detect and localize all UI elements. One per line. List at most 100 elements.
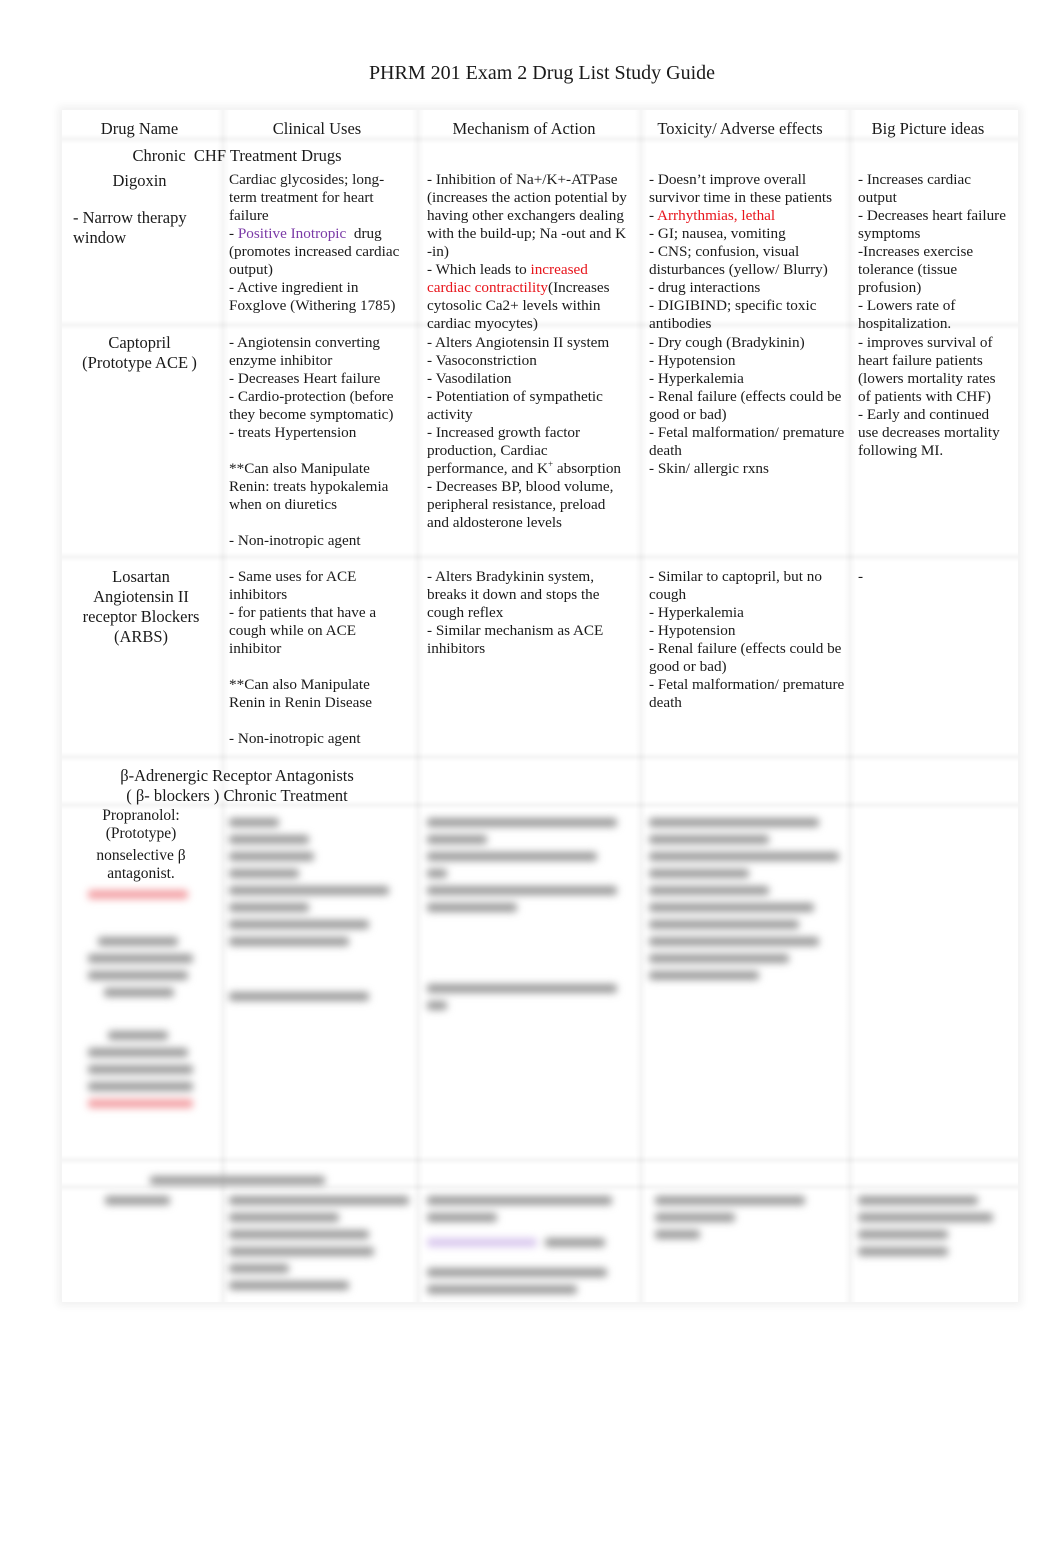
toxicity-item: - Hypotension	[649, 622, 736, 639]
toxicity-item: - Fetal malformation/ premature death	[649, 676, 845, 711]
mechanism-text: - Inhibition of Na+/K+-ATPase (increases…	[427, 171, 627, 260]
blurred-clinical-uses	[229, 810, 399, 1009]
clinical-uses-item: **Can also Manipulate Renin in Renin Dis…	[229, 676, 372, 711]
toxicity-text: - GI; nausea, vomiting	[649, 225, 786, 242]
drug-name-line: Propranolol:	[102, 807, 180, 824]
mechanism-item: - Decreases BP, blood volume, peripheral…	[427, 478, 614, 531]
column-divider	[635, 110, 647, 1302]
section-title-beta-blockers: β-Adrenergic Receptor Antagonists ( β- b…	[62, 766, 412, 806]
mechanism-text: - Which leads to	[427, 261, 531, 278]
blurred-toxicity	[649, 810, 844, 988]
highlight-positive-inotropic: Positive Inotropic	[237, 225, 347, 242]
drug-name: Propranolol: (Prototype) nonselective β …	[72, 807, 210, 883]
toxicity-item: - Hyperkalemia	[649, 604, 744, 621]
toxicity-item: - Renal failure (effects could be good o…	[649, 640, 842, 675]
bullet: -	[649, 207, 658, 224]
drug-name: Digoxin	[112, 171, 167, 190]
clinical-uses-item: - Cardio-protection (before they become …	[229, 388, 394, 423]
clinical-uses-item: - Non-inotropic agent	[229, 730, 361, 747]
header-toxicity: Toxicity/ Adverse effects	[657, 119, 823, 138]
mechanism-item: - Alters Angiotensin II system	[427, 334, 610, 351]
clinical-uses-item: - Same uses for ACE inhibitors	[229, 568, 357, 603]
toxicity-item: - Hyperkalemia	[649, 370, 744, 387]
row-divider	[62, 752, 1018, 762]
header-big-picture: Big Picture ideas	[871, 119, 985, 138]
clinical-uses-item: - Decreases Heart failure	[229, 370, 381, 387]
column-divider	[412, 110, 424, 1302]
toxicity-text: - DIGIBIND; specific toxic antibodies	[649, 297, 817, 332]
row-divider	[62, 1155, 1018, 1165]
clinical-uses-cell: - Angiotensin converting enzyme inhibito…	[229, 334, 414, 550]
mechanism-item: - Potentiation of sympathetic activity	[427, 388, 603, 423]
big-picture-item: - Lowers rate of hospitalization.	[858, 297, 956, 332]
clinical-uses-item: - Non-inotropic agent	[229, 532, 361, 549]
big-picture-cell: -	[858, 568, 864, 585]
big-picture-item: - Decreases heart failure symptoms	[858, 207, 1006, 242]
mechanism-cell: - Alters Angiotensin II system - Vasocon…	[427, 334, 631, 532]
big-picture-item: - Increases cardiac output	[858, 171, 971, 206]
clinical-uses-text: - Active ingredient in Foxglove (Witheri…	[229, 279, 396, 314]
toxicity-text: - drug interactions	[649, 279, 761, 296]
highlight-arrhythmias: Arrhythmias, lethal	[657, 207, 776, 224]
blurred-mechanism	[427, 1188, 617, 1302]
mechanism-item: - Similar mechanism as ACE inhibitors	[427, 622, 604, 657]
big-picture-item: - Early and continued use decreases mort…	[858, 406, 1000, 459]
mechanism-cell: - Alters Bradykinin system, breaks it do…	[427, 568, 627, 658]
clinical-uses-cell: - Same uses for ACE inhibitors - for pat…	[229, 568, 409, 748]
clinical-uses-intro: Cardiac glycosides; long-term treatment …	[229, 171, 385, 224]
row-divider	[62, 552, 1018, 562]
section-title-line: ( β- blockers ) Chronic Treatment	[126, 786, 348, 805]
clinical-uses-item: **Can also Manipulate Renin: treats hypo…	[229, 460, 389, 513]
drug-name-line: (Prototype)	[105, 825, 177, 842]
drug-name-line: antagonist.	[107, 865, 175, 882]
toxicity-item: - Skin/ allergic rxns	[649, 460, 769, 477]
clinical-uses-cell: Cardiac glycosides; long-term treatment …	[229, 171, 409, 315]
section-title-line: β-Adrenergic Receptor Antagonists	[120, 766, 354, 785]
toxicity-item: - Similar to captopril, but no cough	[649, 568, 822, 603]
mechanism-item: - Vasoconstriction	[427, 352, 537, 369]
header-drug-name: Drug Name	[100, 119, 179, 138]
toxicity-cell: - Similar to captopril, but no cough - H…	[649, 568, 845, 712]
toxicity-cell: - Doesn’t improve overall survivor time …	[649, 171, 845, 333]
blurred-mechanism	[427, 810, 622, 1018]
blurred-drug-notes	[88, 882, 193, 1116]
blurred-drug-name	[105, 1188, 175, 1213]
header-clinical-uses: Clinical Uses	[272, 119, 362, 138]
toxicity-item: - Dry cough (Bradykinin)	[649, 334, 805, 351]
big-picture-cell: - Increases cardiac output - Decreases h…	[858, 171, 1008, 333]
document-title: PHRM 201 Exam 2 Drug List Study Guide	[368, 62, 716, 84]
big-picture-cell: - improves survival of heart failure pat…	[858, 334, 1010, 460]
column-divider	[844, 110, 856, 1302]
toxicity-item: - Renal failure (effects could be good o…	[649, 388, 842, 423]
drug-name-text: Captopril	[108, 333, 171, 352]
drug-note: (Prototype ACE )	[82, 353, 197, 372]
mechanism-item: absorption	[553, 460, 622, 477]
blurred-big-picture	[858, 1188, 1008, 1264]
toxicity-text: - CNS; confusion, visual disturbances (y…	[649, 243, 828, 278]
section-title-chronic-chf: Chronic CHF Treatment Drugs	[132, 146, 342, 165]
bullet: -	[229, 225, 238, 242]
big-picture-item: - improves survival of heart failure pat…	[858, 334, 996, 405]
mechanism-item: - Vasodilation	[427, 370, 512, 387]
toxicity-item: - Fetal malformation/ premature death	[649, 424, 845, 459]
mechanism-cell: - Inhibition of Na+/K+-ATPase (increases…	[427, 171, 631, 333]
clinical-uses-item: - Angiotensin converting enzyme inhibito…	[229, 334, 381, 369]
blurred-clinical-uses	[229, 1188, 414, 1298]
column-divider	[217, 110, 229, 1302]
mechanism-item: - Alters Bradykinin system, breaks it do…	[427, 568, 600, 621]
drug-name-line: nonselective β	[96, 847, 186, 864]
drug-name: Captopril (Prototype ACE )	[62, 333, 217, 373]
toxicity-text: - Doesn’t improve overall survivor time …	[649, 171, 833, 206]
drug-name: Losartan Angiotensin II receptor Blocker…	[82, 567, 200, 646]
clinical-uses-item: - treats Hypertension	[229, 424, 357, 441]
blurred-toxicity	[655, 1188, 825, 1247]
drug-note: - Narrow therapy window	[73, 208, 187, 247]
toxicity-cell: - Dry cough (Bradykinin) - Hypotension -…	[649, 334, 845, 478]
toxicity-item: - Hypotension	[649, 352, 736, 369]
big-picture-item: -Increases exercise tolerance (tissue pr…	[858, 243, 974, 296]
header-mechanism: Mechanism of Action	[452, 119, 596, 138]
